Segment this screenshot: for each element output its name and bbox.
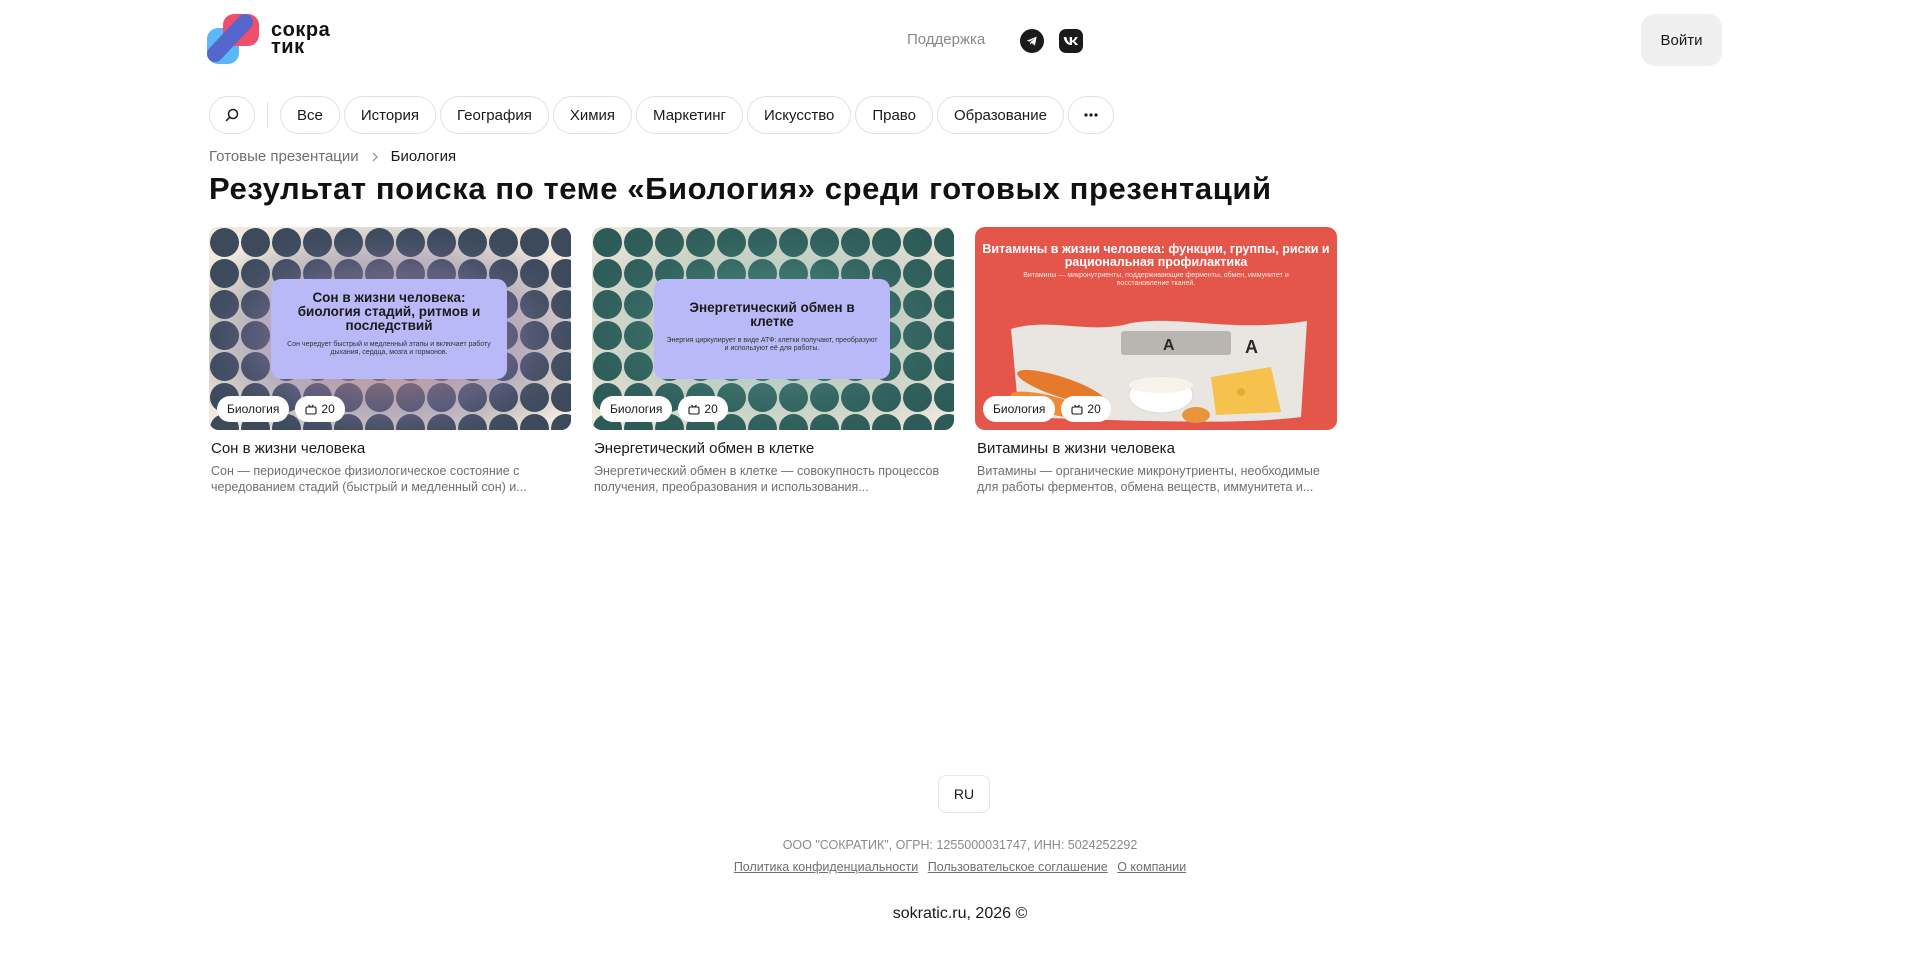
tag-geography[interactable]: География <box>440 96 549 134</box>
slide-title: Энергетический обмен в клетке <box>689 300 855 329</box>
vk-icon[interactable] <box>1059 29 1083 53</box>
presentation-card[interactable]: Энергетический обмен в клетке Энергия ци… <box>592 227 954 495</box>
topic-filter-bar: Все История География Химия Маркетинг Ис… <box>209 96 1118 134</box>
login-button[interactable]: Войти <box>1641 14 1722 66</box>
header: сокра тик Поддержка Войти <box>0 0 1920 80</box>
more-tags-button[interactable] <box>1067 96 1114 134</box>
slide-subtitle: Сон чередует быстрый и медленный этапы и… <box>287 341 491 356</box>
copyright: sokratic.ru, 2026 © <box>892 905 1028 922</box>
tag-all[interactable]: Все <box>280 96 340 134</box>
slides-icon <box>688 404 700 415</box>
slide-title-box: Сон в жизни человека: биология стадий, р… <box>271 279 507 379</box>
search-icon <box>225 108 239 122</box>
card-badges: Биология 20 <box>600 396 734 422</box>
card-description: Энергетический обмен в клетке — совокупн… <box>594 464 940 494</box>
privacy-link[interactable]: Политика конфиденциальности <box>734 860 918 874</box>
category-badge: Биология <box>600 396 673 422</box>
slides-count: 20 <box>1087 402 1101 416</box>
breadcrumb: Готовые презентации Биология <box>209 148 456 165</box>
chevron-right-icon <box>371 149 379 165</box>
card-thumbnail[interactable]: Сон в жизни человека: биология стадий, р… <box>209 227 571 430</box>
tag-art[interactable]: Искусство <box>746 96 852 134</box>
card-description: Витамины — органические микронутриенты, … <box>977 464 1320 494</box>
tag-history[interactable]: История <box>343 96 437 134</box>
slide-title: Сон в жизни человека: биология стадий, р… <box>297 290 481 333</box>
slide-title: Витамины в жизни человека: функции, груп… <box>982 242 1330 269</box>
slides-count-badge: 20 <box>678 396 728 422</box>
presentation-card[interactable]: Витамины в жизни человека: функции, груп… <box>975 227 1337 495</box>
language-selector[interactable]: RU <box>938 775 990 813</box>
card-title[interactable]: Энергетический обмен в клетке <box>592 440 954 457</box>
tag-education[interactable]: Образование <box>936 96 1064 134</box>
slide-subtitle: Витамины — микронутриенты, поддерживающи… <box>1023 272 1289 287</box>
slide-subtitle: Энергия циркулирует в виде АТФ: клетки п… <box>666 337 878 352</box>
card-badges: Биология 20 <box>217 396 351 422</box>
logo[interactable]: сокра тик <box>205 14 330 64</box>
slides-count: 20 <box>704 402 718 416</box>
breadcrumb-parent[interactable]: Готовые презентации <box>209 148 359 165</box>
breadcrumb-current: Биология <box>390 148 457 165</box>
presentation-card[interactable]: Сон в жизни человека: биология стадий, р… <box>209 227 571 495</box>
page-title: Результат поиска по теме «Биология» сред… <box>209 171 1272 206</box>
more-icon <box>1084 113 1098 117</box>
slides-icon <box>1071 404 1083 415</box>
card-thumbnail[interactable]: Энергетический обмен в клетке Энергия ци… <box>592 227 954 430</box>
tag-marketing[interactable]: Маркетинг <box>636 96 743 134</box>
card-description: Сон — периодическое физиологическое сост… <box>211 464 527 494</box>
slides-count-badge: 20 <box>295 396 345 422</box>
logo-line2: тик <box>271 36 305 58</box>
category-badge: Биология <box>217 396 290 422</box>
card-title[interactable]: Сон в жизни человека <box>209 440 571 457</box>
terms-link[interactable]: Пользовательское соглашение <box>928 860 1108 874</box>
card-thumbnail[interactable]: Витамины в жизни человека: функции, груп… <box>975 227 1337 430</box>
tag-law[interactable]: Право <box>855 96 933 134</box>
footer-links: Политика конфиденциальности Пользователь… <box>0 860 1920 874</box>
company-info: ООО "СОКРАТИК", ОГРН: 1255000031747, ИНН… <box>782 838 1138 852</box>
support-link[interactable]: Поддержка <box>907 31 985 48</box>
card-badges: Биология 20 <box>983 396 1117 422</box>
vitamin-a-label: A <box>1163 337 1175 354</box>
category-badge: Биология <box>983 396 1056 422</box>
card-title[interactable]: Витамины в жизни человека <box>975 440 1337 457</box>
slides-icon <box>305 404 317 415</box>
telegram-icon[interactable] <box>1020 29 1044 53</box>
vitamin-a-label: A <box>1245 337 1258 357</box>
about-link[interactable]: О компании <box>1117 860 1186 874</box>
logo-mark-icon <box>207 14 259 64</box>
search-button[interactable] <box>209 96 255 134</box>
slides-count-badge: 20 <box>1061 396 1111 422</box>
tag-chemistry[interactable]: Химия <box>552 96 633 134</box>
slide-title-box: Энергетический обмен в клетке Энергия ци… <box>654 279 890 379</box>
logo-text: сокра тик <box>271 20 330 58</box>
filter-divider <box>267 102 268 128</box>
slides-count: 20 <box>321 402 335 416</box>
